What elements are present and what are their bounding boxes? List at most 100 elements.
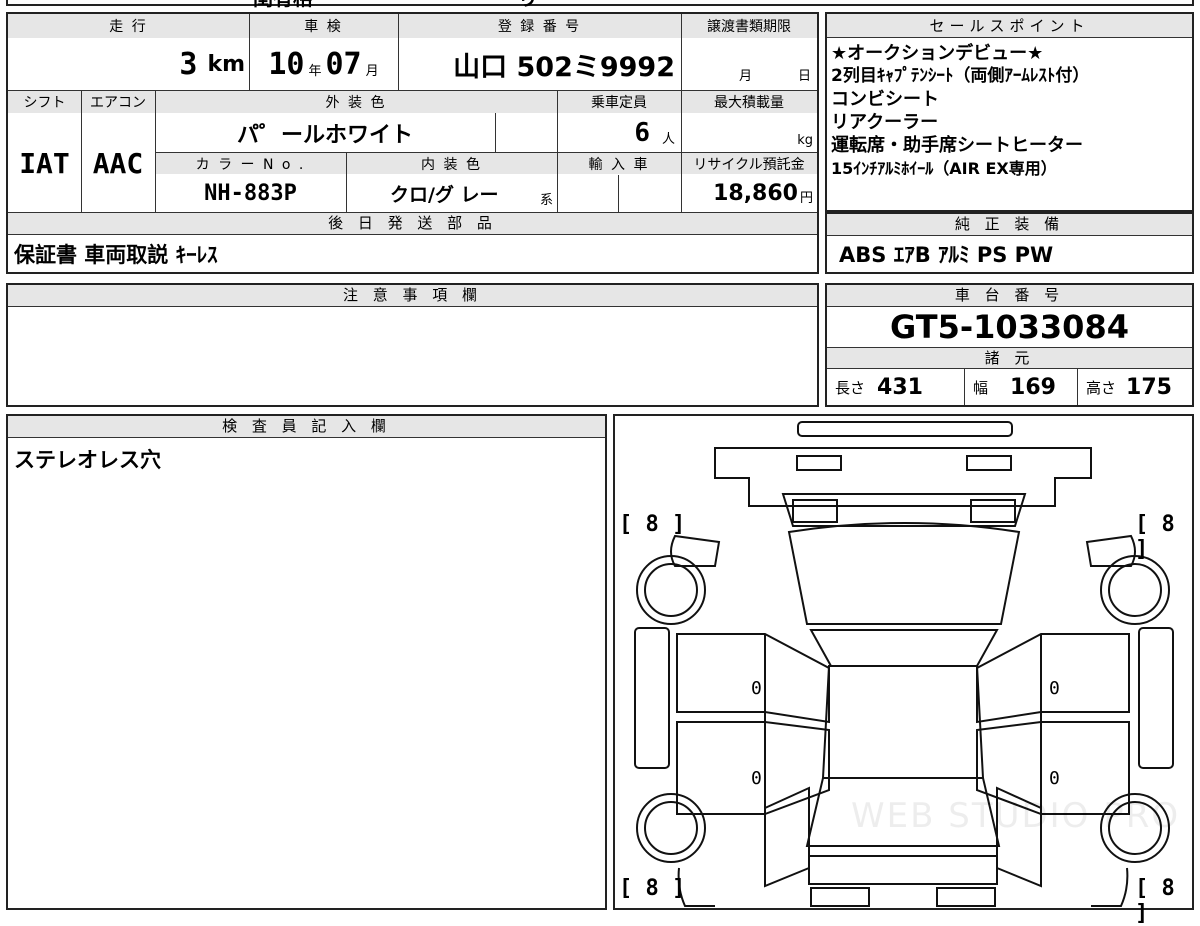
exterior-color-header: 外 装 色 (155, 91, 557, 113)
import-header: 輸 入 車 (557, 153, 681, 174)
spec-width-value: 169 (1010, 374, 1056, 400)
top-strip-fragment: 閏有格 (253, 0, 313, 11)
wheel-front-right (1100, 555, 1170, 625)
capacity-header: 乗車定員 (557, 91, 681, 113)
front-grille-shape (714, 447, 1092, 507)
left-front-door-count: 0 (751, 678, 762, 699)
shift-cell: IAT (8, 114, 81, 212)
right-front-door-count: 0 (1049, 678, 1060, 699)
sales-points-panel: セールスポイント ★オークションデビュー★ 2列目ｷｬﾌﾟﾃﾝｼｰﾄ（両側ｱｰﾑ… (825, 12, 1194, 212)
wheel-front-left (636, 555, 706, 625)
mileage-cell: 3 km (8, 38, 249, 90)
spec-length-label: 長さ (835, 378, 866, 397)
spec-width: 幅 169 (965, 369, 1078, 405)
rear-right-corner (1091, 867, 1129, 907)
inspector-header: 検 査 員 記 入 欄 (8, 416, 605, 438)
inspection-year: 10 (268, 46, 305, 82)
capacity-unit: 人 (661, 131, 675, 147)
equipment-value: ABS ｴｱB ｱﾙﾐ PS PW (839, 243, 1054, 267)
spec-width-label: 幅 (973, 378, 989, 397)
chassis-panel: 車 台 番 号 GT5-1033084 諸 元 長さ 431 幅 169 高さ … (825, 283, 1194, 407)
spec-height-value: 175 (1126, 374, 1172, 400)
aircon-cell: AAC (81, 114, 155, 212)
spec-height-label: 高さ (1086, 378, 1117, 397)
tread-front-left: [ 8 ] (619, 512, 686, 537)
notes-panel: 注 意 事 項 欄 (6, 283, 819, 407)
sales-point: 15ｲﾝﾁｱﾙﾐﾎｲｰﾙ（AIR EX専用） (831, 159, 1057, 178)
equipment-cell: ABS ｴｱB ｱﾙﾐ PS PW (827, 236, 1192, 272)
max-load-cell: kg (681, 114, 817, 152)
deadline-month: 月 (739, 69, 753, 84)
max-load-header: 最大積載量 (681, 91, 817, 113)
side-skirt-right (1138, 627, 1174, 769)
transfer-deadline-header: 譲渡書類期限 (681, 14, 817, 38)
later-parts-value: 保証書 車両取説 ｷｰﾚｽ (14, 243, 218, 267)
tread-rear-right: [ 8 ] (1135, 876, 1175, 926)
inspection-cell: 10 年 07 月 (249, 38, 398, 90)
interior-suffix: 系 (539, 193, 553, 208)
later-parts-cell: 保証書 車両取説 ｷｰﾚｽ (8, 236, 817, 272)
left-rear-door-count: 0 (751, 768, 762, 789)
transfer-deadline-cell: 月 日 (681, 38, 817, 90)
rear-light-right (936, 887, 996, 907)
sales-point: 運転席・助手席シートヒーター (831, 135, 1083, 156)
recycle-unit: 円 (799, 191, 813, 206)
vehicle-info-table: 走 行 車 検 登 録 番 号 譲渡書類期限 3 km 10 年 07 月 山口… (6, 12, 819, 274)
inspection-month: 07 (325, 46, 362, 82)
sales-point: 2列目ｷｬﾌﾟﾃﾝｼｰﾄ（両側ｱｰﾑﾚｽﾄ付） (831, 66, 1090, 86)
headlight-right (966, 455, 1012, 471)
side-skirt-left (634, 627, 670, 769)
vehicle-damage-diagram: [ 8 ] [ 8 ] [ 8 ] [ 8 ] 0 0 0 0 WEB STUD… (613, 414, 1194, 926)
later-parts-header: 後 日 発 送 部 品 (8, 213, 817, 235)
sales-point: コンビシート (831, 89, 939, 110)
shift-value: IAT (19, 146, 70, 180)
color-no-value: NH-883P (204, 181, 297, 206)
registration-header: 登 録 番 号 (398, 14, 681, 38)
interior-color-value: クロ/グ レー (390, 184, 499, 206)
rear-quarter-left (764, 786, 810, 888)
capacity-cell: 6 人 (557, 114, 681, 152)
inspection-header: 車 検 (249, 14, 398, 38)
color-no-header: カ ラ ー N o . (155, 153, 346, 174)
capacity-value: 6 (634, 118, 650, 148)
interior-color-header: 内 装 色 (346, 153, 557, 174)
mileage-value: 3 (179, 46, 198, 82)
recycle-header: リサイクル預託金 (681, 153, 817, 174)
registration-cell: 山口 502ミ9992 (398, 38, 681, 90)
specs-header: 諸 元 (827, 347, 1192, 369)
color-no-cell: NH-883P (155, 175, 346, 212)
exterior-color-value: パ゜ールホワイト (236, 123, 413, 148)
chassis-cell: GT5-1033084 (827, 307, 1192, 347)
spec-length: 長さ 431 (827, 369, 965, 405)
windshield-shape (787, 522, 1021, 625)
inspector-panel: 検 査 員 記 入 欄 ステレオレス穴 (6, 414, 607, 910)
sales-point: ★オークションデビュー★ (831, 43, 1044, 64)
max-load-unit: kg (797, 133, 813, 148)
aircon-value: AAC (92, 146, 144, 180)
chassis-number: GT5-1033084 (890, 308, 1129, 346)
interior-color-cell: クロ/グ レー 系 (346, 175, 557, 212)
hood-left-panel (792, 499, 838, 523)
top-strip-fragment: り (518, 0, 538, 11)
sales-points-list: ★オークションデビュー★ 2列目ｷｬﾌﾟﾃﾝｼｰﾄ（両側ｱｰﾑﾚｽﾄ付） コンビ… (827, 42, 1192, 180)
aircon-header: エアコン (81, 91, 155, 113)
chassis-header: 車 台 番 号 (827, 285, 1192, 307)
sales-point: リアクーラー (831, 112, 939, 133)
mileage-unit: km (207, 51, 245, 77)
roof-center-shape (821, 665, 985, 779)
registration-value: 山口 502ミ9992 (453, 51, 675, 83)
notes-header: 注 意 事 項 欄 (8, 285, 817, 307)
inspector-note: ステレオレス穴 (14, 448, 161, 472)
deadline-day: 日 (798, 69, 812, 84)
spec-length-value: 431 (877, 374, 923, 400)
wheel-rear-left (636, 793, 706, 863)
tailgate-shape (808, 855, 998, 885)
tread-rear-left: [ 8 ] (619, 876, 686, 901)
headlight-left (796, 455, 842, 471)
right-rear-door-count: 0 (1049, 768, 1060, 789)
top-strip: 閏有格 り (6, 0, 1194, 10)
inspection-year-unit: 年 (308, 63, 322, 79)
roof-front-shape (809, 629, 999, 667)
equipment-panel: 純 正 装 備 ABS ｴｱB ｱﾙﾐ PS PW (825, 212, 1194, 274)
equipment-header: 純 正 装 備 (827, 214, 1192, 236)
